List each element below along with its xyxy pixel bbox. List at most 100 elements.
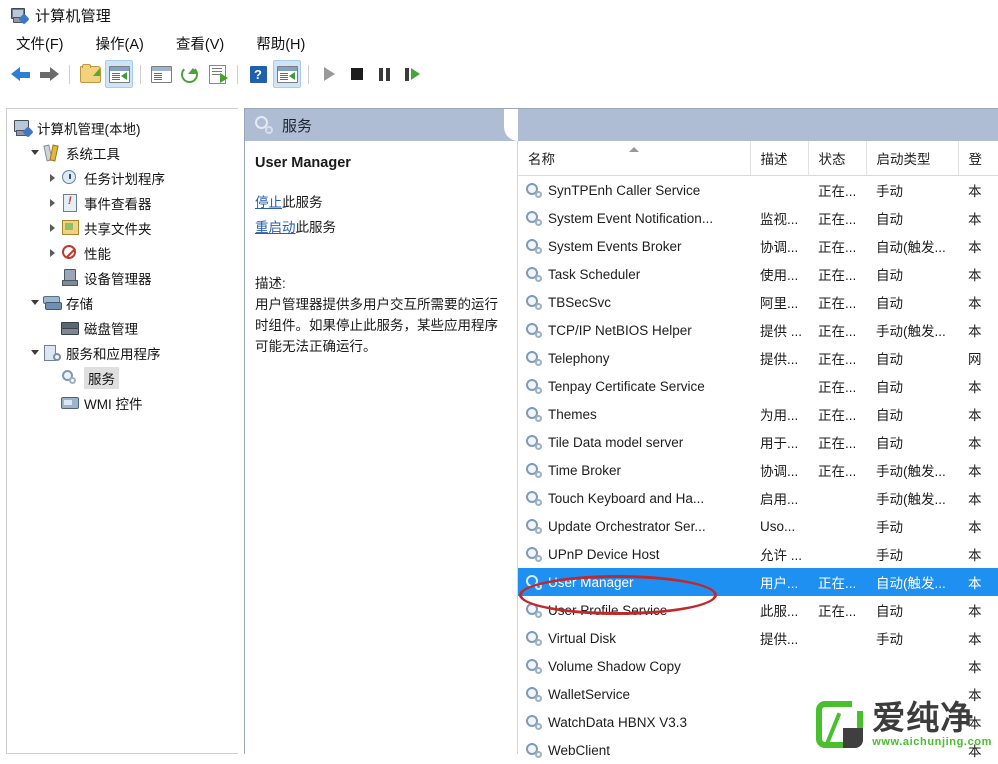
- tree-item-storage[interactable]: 存储: [7, 290, 238, 315]
- service-icon: [526, 210, 542, 226]
- chevron-right-icon[interactable]: [45, 170, 60, 185]
- restart-service-button[interactable]: [400, 61, 426, 87]
- tree-item-system-tools[interactable]: 系统工具: [7, 140, 238, 165]
- refresh-button[interactable]: [176, 61, 202, 87]
- show-hide-console-tree-button[interactable]: [105, 60, 133, 88]
- service-name-label: SynTPEnh Caller Service: [548, 183, 700, 198]
- services-pane-header: 服务: [245, 109, 998, 141]
- table-row[interactable]: Virtual Disk提供...手动本: [518, 624, 998, 652]
- cell-description: 此服...: [750, 596, 808, 624]
- table-row[interactable]: WebClient本: [518, 736, 998, 764]
- cell-name: Task Scheduler: [518, 260, 750, 288]
- cell-description: 提供...: [750, 624, 808, 652]
- cell-description: [750, 736, 808, 764]
- service-name-label: UPnP Device Host: [548, 547, 660, 562]
- start-service-button[interactable]: [316, 61, 342, 87]
- cell-name: Themes: [518, 400, 750, 428]
- column-header-startup-type[interactable]: 启动类型: [866, 141, 958, 176]
- chevron-right-icon[interactable]: [45, 220, 60, 235]
- pause-service-button[interactable]: [372, 61, 398, 87]
- column-header-name-label: 名称: [528, 152, 555, 167]
- cell-startup-type: 手动: [866, 512, 958, 540]
- cell-status: 正在...: [808, 176, 866, 205]
- start-service-icon: [324, 67, 335, 81]
- cell-status: 正在...: [808, 428, 866, 456]
- back-button[interactable]: [8, 61, 34, 87]
- up-folder-button[interactable]: [77, 61, 103, 87]
- table-row[interactable]: SynTPEnh Caller Service正在...手动本: [518, 176, 998, 205]
- service-icon: [526, 322, 542, 338]
- tree-item-computer-management[interactable]: 计算机管理(本地): [7, 115, 238, 140]
- cell-description: 用于...: [750, 428, 808, 456]
- table-row[interactable]: WatchData HBNX V3.3本: [518, 708, 998, 736]
- cell-name: System Event Notification...: [518, 204, 750, 232]
- table-row[interactable]: System Events Broker协调...正在...自动(触发...本: [518, 232, 998, 260]
- table-row[interactable]: TCP/IP NetBIOS Helper提供 ...正在...手动(触发...…: [518, 316, 998, 344]
- menu-action[interactable]: 操作(A): [94, 31, 146, 56]
- cell-startup-type: [866, 708, 958, 736]
- chevron-down-icon[interactable]: [27, 295, 42, 310]
- cell-status: [808, 708, 866, 736]
- tree-item-task-scheduler[interactable]: 任务计划程序: [7, 165, 238, 190]
- table-row[interactable]: TBSecSvc阿里...正在...自动本: [518, 288, 998, 316]
- chevron-down-icon[interactable]: [27, 345, 42, 360]
- column-header-description[interactable]: 描述: [750, 141, 808, 176]
- tree-item-shared-folders[interactable]: 共享文件夹: [7, 215, 238, 240]
- chevron-down-icon[interactable]: [27, 145, 42, 160]
- service-icon: [526, 714, 542, 730]
- cell-startup-type: 手动(触发...: [866, 456, 958, 484]
- table-row[interactable]: User Profile Service此服...正在...自动本: [518, 596, 998, 624]
- show-action-pane-button[interactable]: [273, 60, 301, 88]
- table-row[interactable]: Update Orchestrator Ser...Uso...手动本: [518, 512, 998, 540]
- chevron-right-icon[interactable]: [45, 195, 60, 210]
- cell-status: 正在...: [808, 568, 866, 596]
- cell-status: 正在...: [808, 372, 866, 400]
- table-row[interactable]: Touch Keyboard and Ha...启用...手动(触发...本: [518, 484, 998, 512]
- table-row[interactable]: WalletService本: [518, 680, 998, 708]
- table-row[interactable]: Themes为用...正在...自动本: [518, 400, 998, 428]
- properties-button[interactable]: [148, 61, 174, 87]
- menu-view[interactable]: 查看(V): [174, 31, 226, 56]
- stop-service-button[interactable]: [344, 61, 370, 87]
- computer-management-window: 计算机管理 文件(F) 操作(A) 查看(V) 帮助(H): [0, 0, 998, 754]
- tree-item-performance[interactable]: 性能: [7, 240, 238, 265]
- tree-item-device-manager[interactable]: 设备管理器: [7, 265, 238, 290]
- services-icon: [255, 116, 273, 134]
- table-row[interactable]: Volume Shadow Copy本: [518, 652, 998, 680]
- tree-item-label: 服务和应用程序: [66, 343, 161, 363]
- storage-icon: [42, 294, 61, 311]
- tree-item-services[interactable]: 服务: [7, 365, 238, 390]
- stop-service-link[interactable]: 停止: [255, 195, 282, 210]
- chevron-right-icon[interactable]: [45, 245, 60, 260]
- table-row[interactable]: Tenpay Certificate Service正在...自动本: [518, 372, 998, 400]
- help-button[interactable]: ?: [245, 61, 271, 87]
- cell-startup-type: 手动(触发...: [866, 484, 958, 512]
- export-list-button[interactable]: [204, 61, 230, 87]
- column-header-status[interactable]: 状态: [808, 141, 866, 176]
- service-icon: [526, 574, 542, 590]
- performance-icon: [60, 244, 79, 261]
- tree-item-disk-management[interactable]: 磁盘管理: [7, 315, 238, 340]
- clock-icon: [60, 169, 79, 186]
- toolbar: ?: [0, 57, 998, 91]
- menu-file[interactable]: 文件(F): [14, 31, 66, 56]
- table-row[interactable]: Time Broker协调...正在...手动(触发...本: [518, 456, 998, 484]
- tree-item-event-viewer[interactable]: 事件查看器: [7, 190, 238, 215]
- column-header-name[interactable]: 名称: [518, 141, 750, 176]
- table-row[interactable]: Tile Data model server用于...正在...自动本: [518, 428, 998, 456]
- tree-item-wmi-control[interactable]: WMI 控件: [7, 390, 238, 415]
- cell-description: 阿里...: [750, 288, 808, 316]
- table-row[interactable]: Telephony提供...正在...自动网: [518, 344, 998, 372]
- table-row[interactable]: Task Scheduler使用...正在...自动本: [518, 260, 998, 288]
- table-row[interactable]: UPnP Device Host允许 ...手动本: [518, 540, 998, 568]
- column-header-log-on-as[interactable]: 登: [958, 141, 998, 176]
- restart-service-link[interactable]: 重启动: [255, 220, 296, 235]
- tree-item-services-and-applications[interactable]: 服务和应用程序: [7, 340, 238, 365]
- service-name-label: System Event Notification...: [548, 211, 713, 226]
- menu-help[interactable]: 帮助(H): [254, 31, 307, 56]
- table-row[interactable]: System Event Notification...监视...正在...自动…: [518, 204, 998, 232]
- forward-button[interactable]: [36, 61, 62, 87]
- service-icon: [526, 182, 542, 198]
- table-row[interactable]: User Manager用户...正在...自动(触发...本: [518, 568, 998, 596]
- services-table-header: 名称 描述 状态 启动类型 登: [518, 141, 998, 176]
